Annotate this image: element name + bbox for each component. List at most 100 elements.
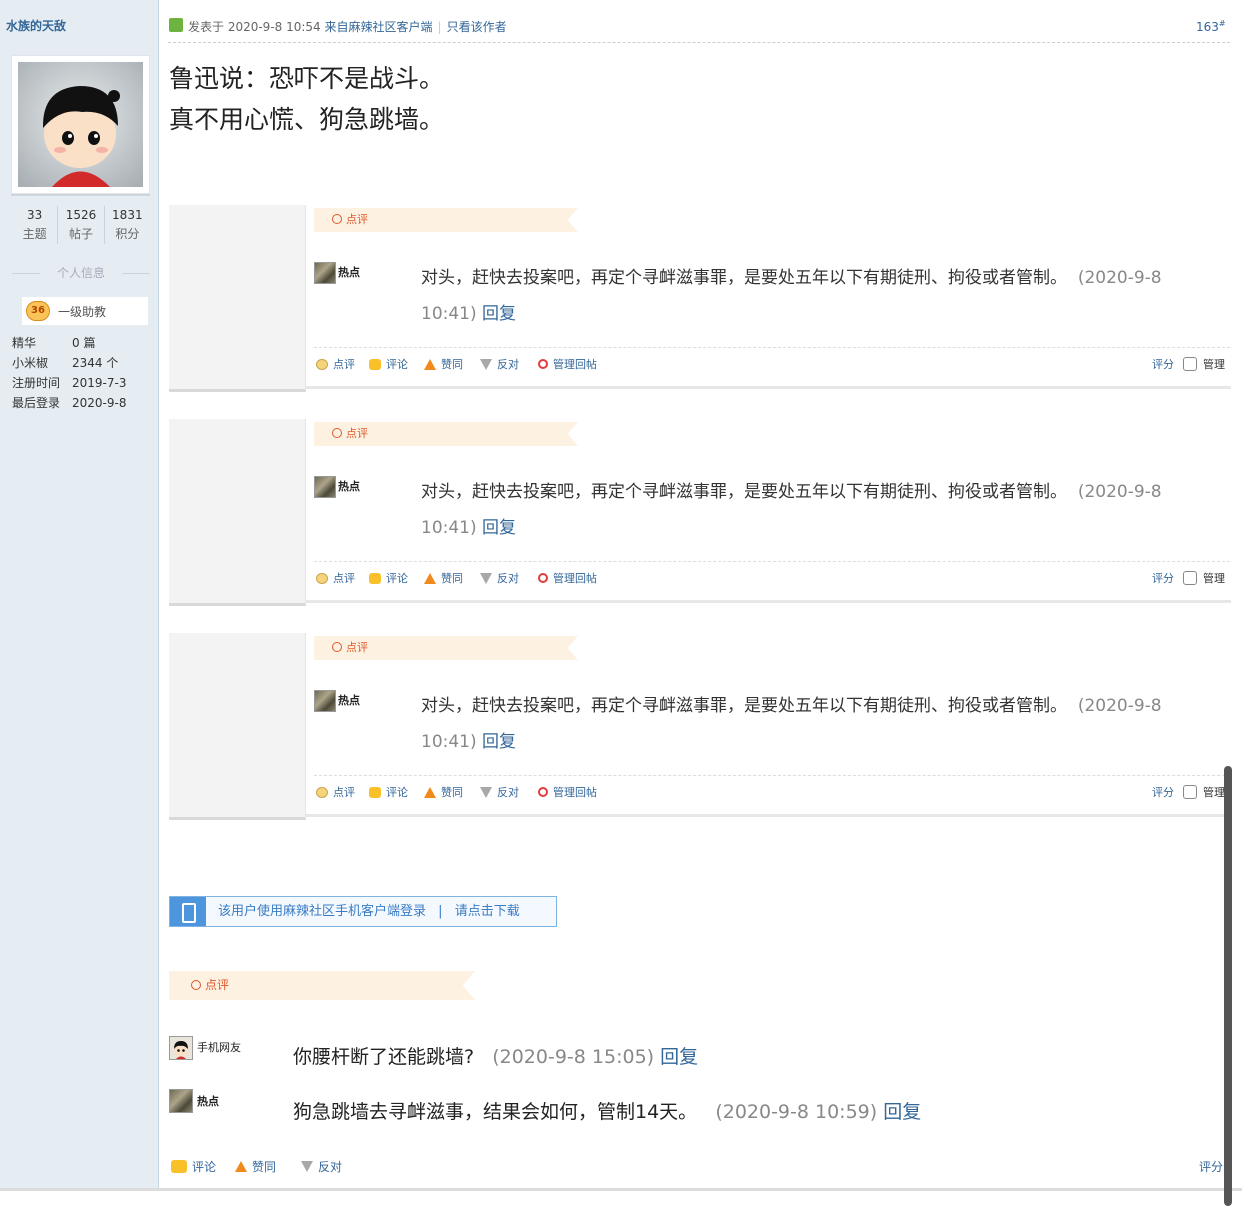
review-banner: 点评 [314, 422, 578, 446]
post-actions: 点评 评论 赞同 反对 管理回帖 评分 管理 [314, 356, 1230, 374]
manage-checkbox[interactable]: 管理 [1183, 570, 1225, 586]
mobile-user-avatar[interactable] [169, 1036, 193, 1060]
comment-block-side [169, 419, 306, 606]
commenter-name[interactable]: 手机网友 [197, 1039, 241, 1055]
commenter-name[interactable]: 热点 [338, 264, 360, 280]
commenter-name[interactable]: 热点 [338, 692, 360, 708]
rate-button[interactable]: 评分 [1152, 356, 1174, 372]
cartoon-avatar-icon [18, 62, 143, 187]
circle-icon [332, 642, 342, 652]
commenter-avatar[interactable] [314, 262, 336, 284]
comment-text: 对头，赶快去投案吧，再定个寻衅滋事罪，是要处五年以下有期徒刑、拘役或者管制。 (… [421, 268, 1162, 324]
arrow-up-icon [424, 572, 436, 584]
comment-block-side [169, 633, 306, 820]
reply-link[interactable]: 回复 [660, 1046, 698, 1068]
rank-name: 一级助教 [58, 304, 107, 319]
chat-icon [369, 786, 381, 798]
post-source-link[interactable]: 来自麻辣社区客户端 [325, 20, 433, 34]
commenter-avatar[interactable] [314, 476, 336, 498]
post-meta: 发表于 2020-9-8 10:54 来自麻辣社区客户端 | 只看该作者 [188, 20, 507, 34]
stat-topics[interactable]: 33 主题 [12, 206, 59, 244]
arrow-down-icon [301, 1161, 313, 1172]
commenter-name[interactable]: 热点 [197, 1093, 219, 1109]
manage-checkbox[interactable]: 管理 [1183, 356, 1225, 372]
circle-icon [332, 428, 342, 438]
header-divider [168, 42, 1230, 43]
arrow-down-icon [480, 786, 492, 798]
comment-block: 点评 热点 对头，赶快去投案吧，再定个寻衅滋事罪，是要处五年以下有期徒刑、拘役或… [169, 419, 1231, 606]
post-divider [0, 1188, 1242, 1191]
chat-icon [369, 572, 381, 584]
reply-link[interactable]: 回复 [482, 732, 516, 752]
arrow-up-icon [235, 1161, 247, 1172]
comment-button[interactable]: 评论 [369, 356, 408, 372]
comment-button[interactable]: 评论 [369, 570, 408, 586]
commenter-avatar[interactable] [169, 1089, 193, 1113]
post-time: 发表于 2020-9-8 10:54 [188, 20, 321, 34]
rate-button[interactable]: 评分 [1152, 784, 1174, 800]
comment-text: 你腰杆断了还能跳墙? (2020-9-8 15:05) 回复 [293, 1046, 699, 1068]
comment-text: 狗急跳墙去寻衅滋事，结果会如何，管制14天。 (2020-9-8 10:59) … [293, 1101, 922, 1123]
gear-icon [538, 359, 548, 369]
circle-icon [191, 980, 201, 990]
comment-button[interactable]: 评论 [171, 1158, 216, 1175]
like-button[interactable]: 赞同 [424, 784, 463, 800]
rank-badge-row: 36 一级助教 [22, 297, 148, 325]
arrow-down-icon [480, 572, 492, 584]
author-info-list: 精华 0 篇 小米椒 2344 个 注册时间 2019-7-3 最后登录 2020-9-… [12, 336, 127, 410]
checkbox-icon [1183, 357, 1197, 371]
manage-checkbox[interactable]: 管理 [1183, 784, 1225, 800]
comment-button[interactable]: 评论 [369, 784, 408, 800]
user-sidebar: 水族的天敌 33 主题 1526 帖子 1831 积分 个人信息 36 一级助教… [0, 0, 159, 1190]
post-online-icon [169, 18, 183, 32]
circle-icon [332, 214, 342, 224]
commenter-name[interactable]: 热点 [338, 478, 360, 494]
post-actions: 评论 赞同 反对 评分 [169, 1158, 1231, 1176]
gear-icon [538, 573, 548, 583]
arrow-up-icon [424, 786, 436, 798]
download-link[interactable]: 请点击下载 [455, 904, 520, 919]
author-name-link[interactable]: 水族的天敌 [6, 17, 66, 34]
review-button[interactable]: 点评 [316, 570, 355, 586]
comment-text: 对头，赶快去投案吧，再定个寻衅滋事罪，是要处五年以下有期徒刑、拘役或者管制。 (… [421, 482, 1162, 538]
checkbox-icon [1183, 571, 1197, 585]
rate-button[interactable]: 评分 [1152, 570, 1174, 586]
like-button[interactable]: 赞同 [235, 1158, 276, 1175]
author-stats: 33 主题 1526 帖子 1831 积分 [12, 206, 150, 244]
review-banner: 点评 [314, 636, 578, 660]
post-content: 鲁迅说：恐吓不是战斗。 真不用心慌、狗急跳墙。 [169, 64, 445, 134]
oppose-button[interactable]: 反对 [480, 784, 519, 800]
arrow-up-icon [424, 358, 436, 370]
stat-posts[interactable]: 1526 帖子 [58, 206, 105, 244]
commenter-avatar[interactable] [314, 690, 336, 712]
stat-points[interactable]: 1831 积分 [105, 206, 150, 244]
manage-reply-button[interactable]: 管理回帖 [538, 570, 597, 586]
oppose-button[interactable]: 反对 [480, 356, 519, 372]
reply-link[interactable]: 回复 [883, 1101, 921, 1123]
review-button[interactable]: 点评 [316, 356, 355, 372]
gear-icon [538, 787, 548, 797]
review-button[interactable]: 点评 [316, 784, 355, 800]
phone-icon [170, 897, 206, 926]
oppose-button[interactable]: 反对 [301, 1158, 342, 1175]
reply-link[interactable]: 回复 [482, 518, 516, 538]
checkbox-icon [1183, 785, 1197, 799]
comment-block-side [169, 205, 306, 392]
eye-icon [316, 358, 328, 370]
only-author-link[interactable]: 只看该作者 [447, 20, 507, 34]
like-button[interactable]: 赞同 [424, 356, 463, 372]
oppose-button[interactable]: 反对 [480, 570, 519, 586]
review-banner: 点评 [314, 208, 578, 232]
manage-reply-button[interactable]: 管理回帖 [538, 356, 597, 372]
floor-number[interactable]: 163# [1196, 19, 1226, 34]
rate-button[interactable]: 评分 [1199, 1158, 1223, 1175]
review-banner: 点评 [169, 971, 475, 1000]
chat-icon [171, 1160, 187, 1173]
manage-reply-button[interactable]: 管理回帖 [538, 784, 597, 800]
author-avatar[interactable] [11, 55, 150, 194]
mobile-client-banner[interactable]: 该用户使用麻辣社区手机客户端登录 | 请点击下载 [169, 896, 557, 927]
scrollbar[interactable] [1224, 766, 1232, 1206]
like-button[interactable]: 赞同 [424, 570, 463, 586]
chat-icon [369, 358, 381, 370]
reply-link[interactable]: 回复 [482, 304, 516, 324]
